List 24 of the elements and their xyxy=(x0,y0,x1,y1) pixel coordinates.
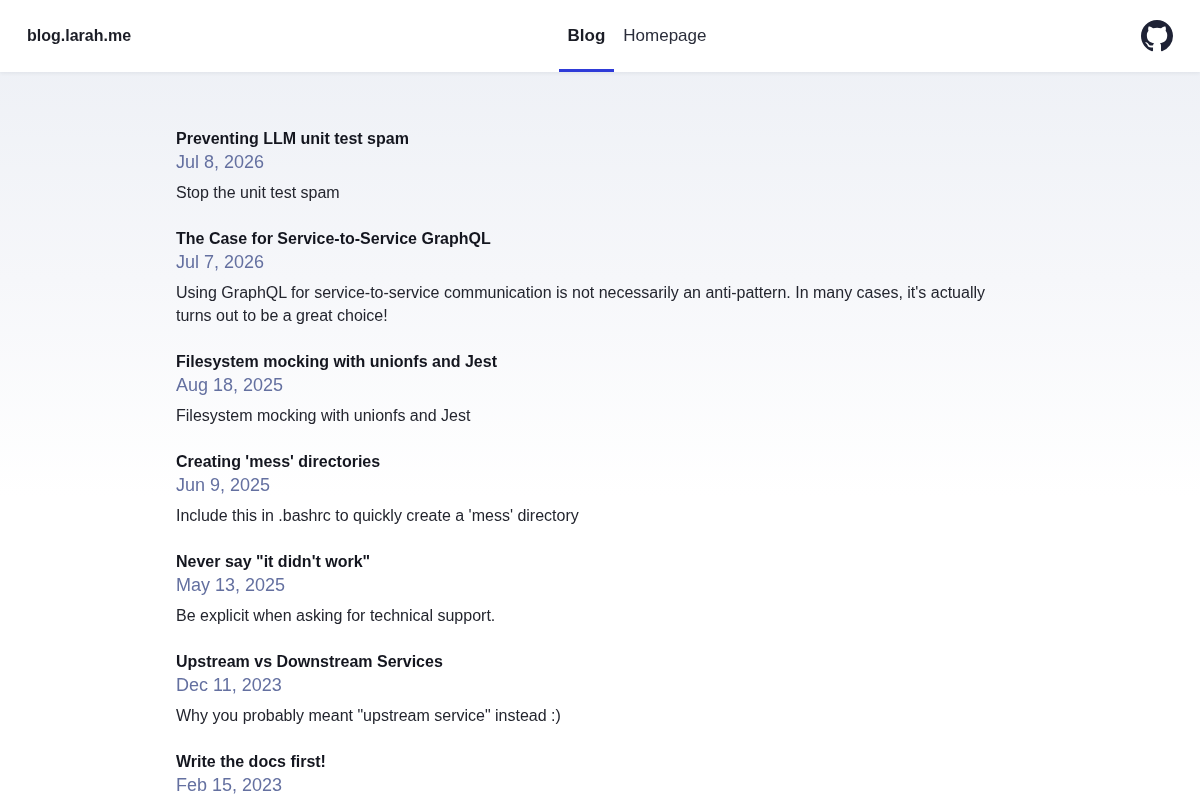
site-title-link[interactable]: blog.larah.me xyxy=(27,27,132,45)
cat-logo-icon[interactable] xyxy=(1141,20,1173,52)
post-date: Jul 7, 2026 xyxy=(176,251,266,274)
post-title-link[interactable]: Preventing LLM unit test spam xyxy=(176,128,1006,150)
post-title-link[interactable]: The Case for Service-to-Service GraphQL xyxy=(176,228,1006,250)
nav-tab[interactable]: Homepage xyxy=(614,0,716,72)
post-summary: Stop the unit test spam xyxy=(176,183,341,203)
post-date: Jul 8, 2026 xyxy=(176,151,266,174)
post-summary: Include this in .bashrc to quickly create a 'mess' directory xyxy=(176,506,580,526)
post-summary: Using GraphQL for service-to-service communication is not necessarily an anti-pattern. In many cases, it's actually turns out to be a great choice! xyxy=(176,283,986,326)
post-date: Feb 15, 2023 xyxy=(176,774,284,797)
post-date: May 13, 2025 xyxy=(176,574,287,597)
post-title-link[interactable]: Filesystem mocking with unionfs and Jest xyxy=(176,351,1006,373)
nav-tab[interactable]: Blog xyxy=(558,0,615,72)
post-date: Dec 11, 2023 xyxy=(176,674,283,697)
post-date: Aug 18, 2025 xyxy=(176,374,285,397)
post-title-link[interactable]: Upstream vs Downstream Services xyxy=(176,651,1006,673)
post-summary: Filesystem mocking with unionfs and Jest xyxy=(176,406,472,426)
post-title-link[interactable]: Creating 'mess' directories xyxy=(176,451,1006,473)
post-summary: Why you probably meant "upstream service" instead :) xyxy=(176,706,562,726)
post-summary: Be explicit when asking for technical support. xyxy=(176,606,497,626)
post-date: Jun 9, 2025 xyxy=(176,474,272,497)
post-title-link[interactable]: Never say "it didn't work" xyxy=(176,551,1006,573)
post-title-link[interactable]: Write the docs first! xyxy=(176,751,1006,773)
